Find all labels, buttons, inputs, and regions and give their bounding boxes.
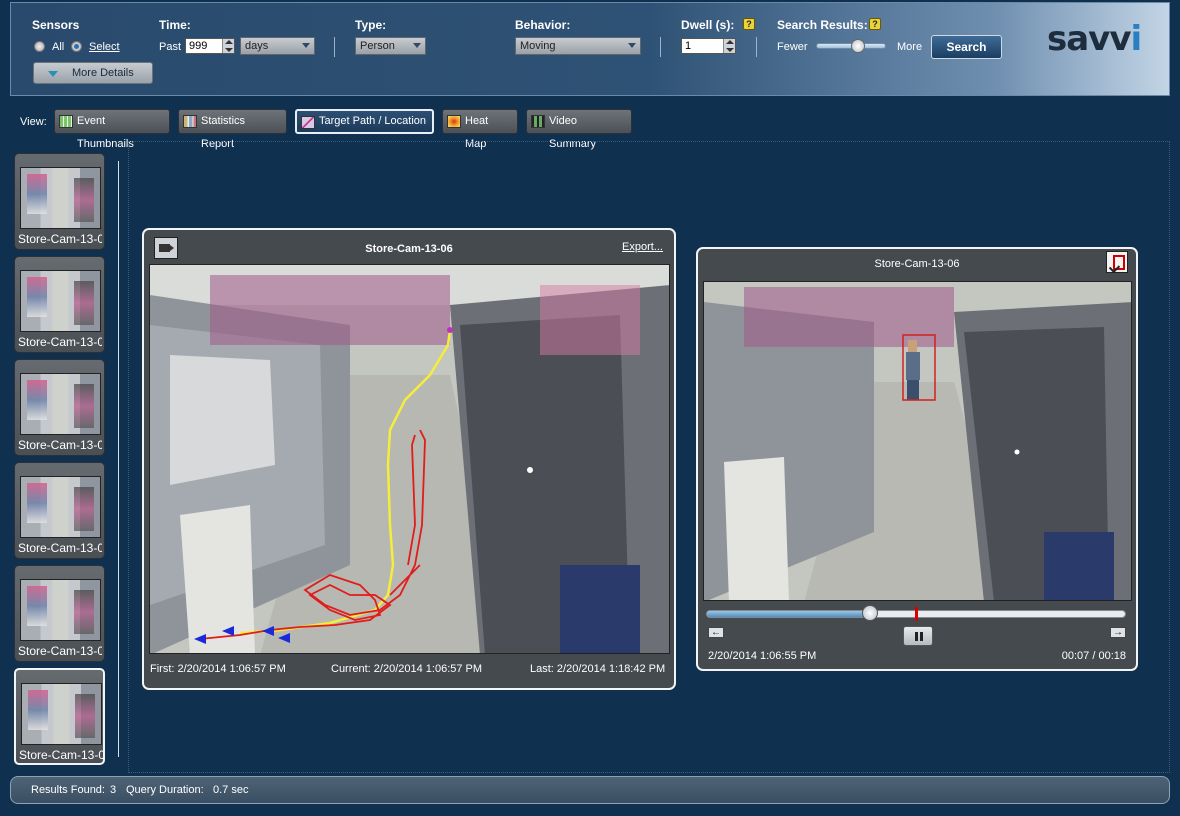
- step-forward-icon[interactable]: →: [1110, 627, 1126, 638]
- thumbnail-image: [20, 476, 101, 538]
- store-video-scene: [704, 282, 1131, 600]
- path-icon: [301, 116, 315, 129]
- view-button-label: Event Thumbnails: [77, 115, 134, 150]
- time-unit-value: days: [245, 40, 269, 52]
- dwell-label: Dwell (s):: [681, 18, 735, 32]
- list-divider: [118, 161, 119, 757]
- thumbnail-image: [21, 683, 102, 745]
- event-marker: [915, 607, 918, 621]
- first-timestamp: First: 2/20/2014 1:06:57 PM: [150, 663, 286, 675]
- results-help-icon[interactable]: ?: [869, 18, 881, 30]
- view-statistics-report-button[interactable]: Statistics Report: [178, 109, 287, 150]
- view-button-label: Target Path / Location: [319, 115, 427, 127]
- bar-chart-icon: [183, 115, 197, 128]
- search-results-label: Search Results:: [777, 18, 868, 32]
- chevron-down-icon: [413, 43, 421, 48]
- sensors-select-radio[interactable]: [71, 41, 82, 52]
- results-found-value: 3: [110, 784, 117, 796]
- player-elapsed: 00:07 / 00:18: [1061, 650, 1126, 662]
- playback-progress-fill: [707, 611, 871, 617]
- grid-icon: [59, 115, 73, 128]
- result-thumbnail[interactable]: Store-Cam-13-0: [14, 462, 105, 559]
- pause-button[interactable]: [903, 626, 933, 646]
- thumbnail-image: [20, 270, 101, 332]
- thumbnail-label: Store-Cam-13-0: [18, 541, 102, 555]
- divider: [660, 37, 661, 57]
- expand-triangle-icon: [48, 71, 58, 77]
- view-target-path-button[interactable]: Target Path / Location: [295, 109, 434, 134]
- result-thumbnail[interactable]: Store-Cam-13-0: [14, 359, 105, 456]
- thumbnail-image: [20, 373, 101, 435]
- results-slider-knob[interactable]: [851, 39, 865, 53]
- view-event-thumbnails-button[interactable]: Event Thumbnails: [54, 109, 170, 150]
- view-label: View:: [20, 116, 47, 128]
- behavior-value: Moving: [520, 40, 556, 52]
- dwell-value: 1: [685, 40, 692, 52]
- step-back-icon[interactable]: ←: [708, 627, 724, 638]
- query-duration-label: Query Duration:: [126, 784, 204, 796]
- current-timestamp: Current: 2/20/2014 1:06:57 PM: [331, 663, 483, 675]
- store-scene: [150, 265, 669, 653]
- heat-map-icon: [447, 115, 461, 128]
- time-past-label: Past: [159, 41, 182, 53]
- savvi-logo: savvi: [1047, 19, 1142, 59]
- fewer-label: Fewer: [777, 41, 808, 53]
- thumbnail-label: Store-Cam-13-0: [19, 748, 103, 762]
- chevron-down-icon: [302, 43, 310, 48]
- time-value: 999: [189, 40, 208, 52]
- thumbnail-label: Store-Cam-13-0: [18, 232, 102, 246]
- video-frame[interactable]: [703, 281, 1132, 601]
- spin-arrows-icon[interactable]: [222, 39, 234, 53]
- status-bar: Results Found: 3 Query Duration: 0.7 sec: [10, 776, 1170, 804]
- time-unit-dropdown[interactable]: days: [240, 37, 315, 55]
- chevron-down-icon: [628, 43, 636, 48]
- sensors-select-link[interactable]: Select: [89, 41, 120, 53]
- query-duration-value: 0.7 sec: [213, 784, 249, 796]
- dwell-value-stepper[interactable]: 1: [681, 38, 736, 54]
- sensors-label: Sensors: [32, 18, 80, 32]
- snapshot-icon[interactable]: [1106, 251, 1128, 273]
- film-icon: [531, 115, 545, 128]
- more-details-button[interactable]: More Details: [33, 62, 153, 84]
- thumbnail-label: Store-Cam-13-0: [18, 335, 102, 349]
- divider: [334, 37, 335, 57]
- target-path-frame[interactable]: [149, 264, 670, 654]
- type-value: Person: [360, 40, 395, 52]
- time-value-stepper[interactable]: 999: [185, 38, 235, 54]
- sensors-all-label: All: [52, 41, 65, 53]
- search-toolbar: Sensors All Select Time: Past 999 days T…: [10, 2, 1170, 96]
- player-timestamp: 2/20/2014 1:06:55 PM: [708, 650, 817, 662]
- last-timestamp: Last: 2/20/2014 1:18:42 PM: [530, 663, 666, 675]
- type-label: Type:: [355, 18, 387, 32]
- thumbnail-image: [20, 167, 101, 229]
- time-label: Time:: [159, 18, 191, 32]
- thumbnail-image: [20, 579, 101, 641]
- result-thumbnail[interactable]: Store-Cam-13-0: [14, 153, 105, 250]
- spin-arrows-icon[interactable]: [723, 39, 735, 53]
- results-found-label: Results Found:: [31, 784, 105, 796]
- search-button[interactable]: Search: [931, 35, 1002, 59]
- thumbnail-label: Store-Cam-13-0: [18, 644, 102, 658]
- panel-title: Store-Cam-13-06: [365, 243, 453, 255]
- view-video-summary-button[interactable]: Video Summary: [526, 109, 632, 150]
- export-link[interactable]: Export...: [622, 241, 663, 253]
- behavior-label: Behavior:: [515, 18, 571, 32]
- result-thumbnail[interactable]: Store-Cam-13-0: [14, 256, 105, 353]
- video-player-panel: Store-Cam-13-06 ← → 2/20/2014 1:06:55 PM…: [696, 247, 1138, 671]
- view-heat-map-button[interactable]: Heat Map: [442, 109, 518, 150]
- more-details-label: More Details: [72, 67, 134, 79]
- player-title: Store-Cam-13-06: [874, 258, 960, 270]
- target-path-panel: Store-Cam-13-06 Export... First: 2/20/20…: [142, 228, 676, 690]
- more-label: More: [897, 41, 923, 53]
- thumbnail-label: Store-Cam-13-0: [18, 438, 102, 452]
- sensors-all-radio[interactable]: [34, 41, 45, 52]
- result-thumbnail[interactable]: Store-Cam-13-0: [14, 565, 105, 662]
- playback-scrubber-knob[interactable]: [861, 605, 878, 621]
- behavior-dropdown[interactable]: Moving: [515, 37, 641, 55]
- dwell-help-icon[interactable]: ?: [743, 18, 755, 30]
- result-thumbnail-selected[interactable]: Store-Cam-13-0: [14, 668, 105, 765]
- type-dropdown[interactable]: Person: [355, 37, 426, 55]
- divider: [756, 37, 757, 57]
